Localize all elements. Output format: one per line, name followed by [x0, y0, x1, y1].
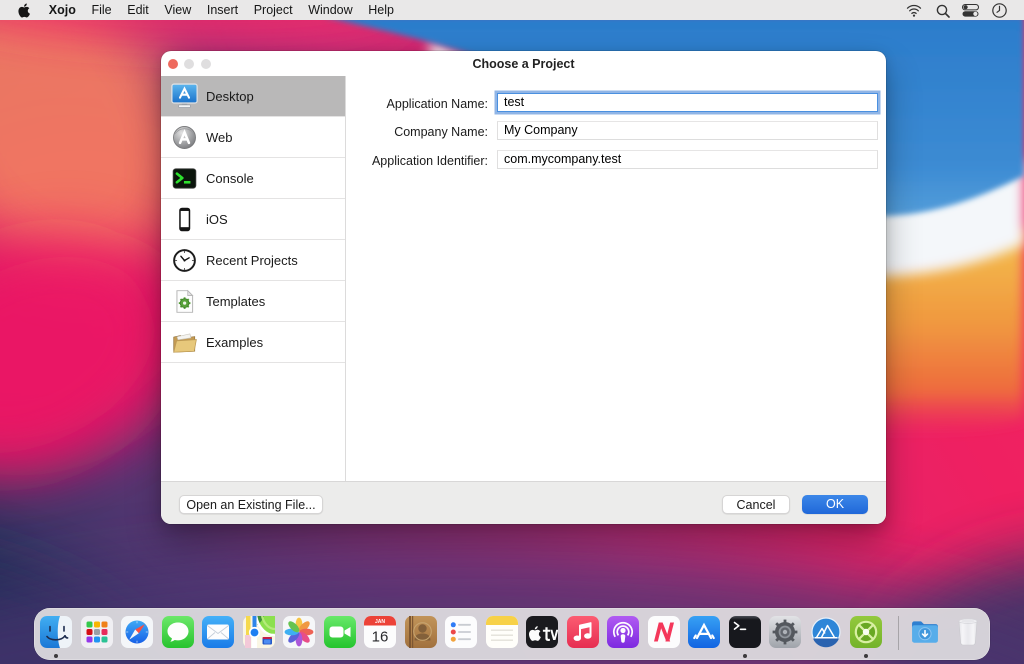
svg-text:16: 16: [372, 629, 389, 646]
svg-text:JAN: JAN: [375, 619, 385, 625]
